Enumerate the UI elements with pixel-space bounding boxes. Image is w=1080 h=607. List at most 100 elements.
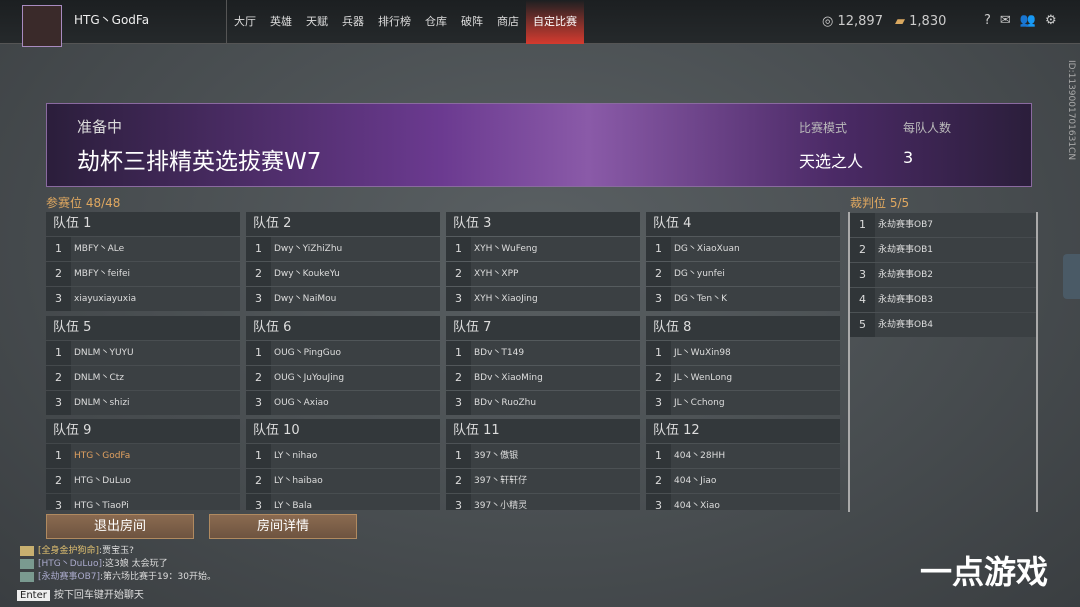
player-name: JL丶WuXin98 <box>674 347 731 358</box>
player-slot[interactable]: 3 Dwy丶NaiMou <box>246 287 440 311</box>
player-name: Dwy丶KoukeYu <box>274 269 340 279</box>
slot-number: 3 <box>246 287 271 311</box>
team-card: 队伍 1 1 MBFY丶ALe 2 MBFY丶feifei 3 xiayuxiayuxia <box>46 212 240 311</box>
slot-number: 3 <box>850 263 875 287</box>
player-slot[interactable]: 1 Dwy丶YiZhiZhu <box>246 237 440 261</box>
player-slot[interactable]: 3 404丶Xiao <box>646 494 840 510</box>
player-slot[interactable]: 2 397丶轩轩仔 <box>446 469 640 493</box>
slot-number: 2 <box>246 262 271 286</box>
slot-number: 1 <box>646 237 671 261</box>
referee-slot[interactable]: 2 永劫赛事OB1 <box>850 238 1036 262</box>
room-details-button[interactable]: 房间详情 <box>209 514 357 539</box>
player-slot[interactable]: 1 404丶28HH <box>646 444 840 468</box>
player-slot[interactable]: 2 OUG丶JuYouJing <box>246 365 440 390</box>
referee-name: 永劫赛事OB7 <box>878 220 933 230</box>
player-slot[interactable]: 2 Dwy丶KoukeYu <box>246 262 440 286</box>
slot-number: 2 <box>850 238 875 262</box>
player-slot[interactable]: 1 DNLM丶YUYU <box>46 340 240 365</box>
player-name: BDv丶XiaoMing <box>474 372 543 383</box>
player-slot[interactable]: 1 OUG丶PingGuo <box>246 340 440 365</box>
player-name: HTG丶DuLuo <box>74 476 131 486</box>
player-name: DNLM丶YUYU <box>74 347 134 358</box>
slot-number: 1 <box>446 237 471 261</box>
player-slot[interactable]: 3 DG丶Ten丶K <box>646 287 840 311</box>
player-slot[interactable]: 1 LY丶nihao <box>246 444 440 468</box>
referee-slot[interactable]: 1 永劫赛事OB7 <box>850 213 1036 237</box>
team-card: 队伍 2 1 Dwy丶YiZhiZhu 2 Dwy丶KoukeYu 3 Dwy丶NaiMou <box>246 212 440 311</box>
player-name: LY丶nihao <box>274 451 318 461</box>
player-slot[interactable]: 3 BDv丶RuoZhu <box>446 390 640 415</box>
player-slot[interactable]: 2 DG丶yunfei <box>646 262 840 286</box>
player-name: LY丶Bala <box>274 501 313 510</box>
player-slot[interactable]: 3 HTG丶TiaoPi <box>46 494 240 510</box>
watermark: 一点游戏 <box>920 553 1049 591</box>
team-card: 队伍 6 1 OUG丶PingGuo 2 OUG丶JuYouJing 3 OUG丶Axiao <box>246 315 440 415</box>
player-slot[interactable]: 1 MBFY丶ALe <box>46 237 240 261</box>
slot-number: 1 <box>246 340 271 365</box>
referee-name: 永劫赛事OB3 <box>878 295 933 305</box>
player-slot[interactable]: 3 xiayuxiayuxia <box>46 287 240 311</box>
player-slot[interactable]: 2 MBFY丶feifei <box>46 262 240 286</box>
player-name: Dwy丶YiZhiZhu <box>274 244 343 254</box>
slot-number: 1 <box>646 340 671 365</box>
referee-slot[interactable]: 3 永劫赛事OB2 <box>850 263 1036 287</box>
player-slot[interactable]: 3 397丶小精灵 <box>446 494 640 510</box>
player-name: OUG丶Axiao <box>274 397 329 408</box>
team-name: 队伍 10 <box>246 419 440 443</box>
player-slot[interactable]: 2 DNLM丶Ctz <box>46 365 240 390</box>
player-slot[interactable]: 1 JL丶WuXin98 <box>646 340 840 365</box>
slot-number: 2 <box>646 365 671 390</box>
slot-number: 1 <box>646 444 671 468</box>
player-name: JL丶Cchong <box>674 397 725 408</box>
player-slot[interactable]: 3 XYH丶XiaoJing <box>446 287 640 311</box>
slot-number: 3 <box>46 287 71 311</box>
player-name: 397丶轩轩仔 <box>474 476 528 486</box>
player-slot[interactable]: 1 397丶傲银 <box>446 444 640 468</box>
referee-slot[interactable]: 5 永劫赛事OB4 <box>850 313 1036 337</box>
player-slot[interactable]: 2 BDv丶XiaoMing <box>446 365 640 390</box>
team-name: 队伍 9 <box>46 419 240 443</box>
slot-number: 1 <box>46 237 71 261</box>
slot-number: 1 <box>850 213 875 237</box>
player-slot[interactable]: 2 404丶Jiao <box>646 469 840 493</box>
player-slot[interactable]: 2 JL丶WenLong <box>646 365 840 390</box>
player-slot[interactable]: 3 OUG丶Axiao <box>246 390 440 415</box>
player-slot[interactable]: 1 DG丶XiaoXuan <box>646 237 840 261</box>
player-slot[interactable]: 2 LY丶haibao <box>246 469 440 493</box>
player-name: 404丶Jiao <box>674 476 717 486</box>
team-name: 队伍 1 <box>46 212 240 236</box>
player-name: LY丶haibao <box>274 476 323 486</box>
leave-room-button[interactable]: 退出房间 <box>46 514 194 539</box>
player-name: DNLM丶Ctz <box>74 372 124 383</box>
player-slot[interactable]: 1 HTG丶GodFa <box>46 444 240 468</box>
player-slot[interactable]: 3 JL丶Cchong <box>646 390 840 415</box>
chat-icon <box>20 558 34 569</box>
slot-number: 3 <box>646 390 671 415</box>
slot-number: 2 <box>246 365 271 390</box>
team-card: 队伍 9 1 HTG丶GodFa 2 HTG丶DuLuo 3 HTG丶TiaoPi <box>46 419 240 510</box>
team-card: 队伍 3 1 XYH丶WuFeng 2 XYH丶XPP 3 XYH丶XiaoJing <box>446 212 640 311</box>
slot-number: 1 <box>446 444 471 468</box>
player-slot[interactable]: 2 HTG丶DuLuo <box>46 469 240 493</box>
player-slot[interactable]: 3 DNLM丶shizi <box>46 390 240 415</box>
team-card: 队伍 10 1 LY丶nihao 2 LY丶haibao 3 LY丶Bala <box>246 419 440 510</box>
player-name: BDv丶RuoZhu <box>474 397 537 408</box>
player-slot[interactable]: 3 LY丶Bala <box>246 494 440 510</box>
team-card: 队伍 8 1 JL丶WuXin98 2 JL丶WenLong 3 JL丶Cchong <box>646 315 840 415</box>
player-name: JL丶WenLong <box>674 372 733 383</box>
referee-slot[interactable]: 4 永劫赛事OB3 <box>850 288 1036 312</box>
slot-number: 3 <box>246 494 271 510</box>
slot-number: 4 <box>850 288 875 312</box>
slot-number: 3 <box>446 390 471 415</box>
player-slot[interactable]: 1 XYH丶WuFeng <box>446 237 640 261</box>
slot-number: 2 <box>46 469 71 493</box>
player-name: DG丶Ten丶K <box>674 294 728 304</box>
player-name: Dwy丶NaiMou <box>274 294 337 304</box>
slot-number: 3 <box>246 390 271 415</box>
slot-number: 2 <box>446 365 471 390</box>
player-slot[interactable]: 1 BDv丶T149 <box>446 340 640 365</box>
chat-input-hint[interactable]: Enter 按下回车键开始聊天 <box>17 586 144 601</box>
team-name: 队伍 7 <box>446 315 640 340</box>
player-slot[interactable]: 2 XYH丶XPP <box>446 262 640 286</box>
slot-number: 2 <box>46 262 71 286</box>
